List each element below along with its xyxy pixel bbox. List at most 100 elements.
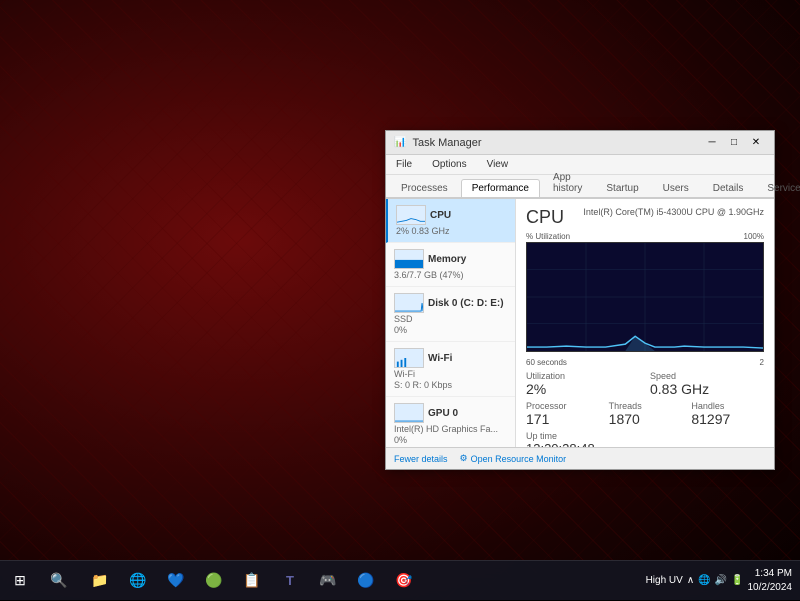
sidebar-item-wifi[interactable]: Wi-Fi Wi-Fi S: 0 R: 0 Kbps [386,342,515,397]
notepad-icon: 📋 [243,572,260,589]
titlebar: 📊 Task Manager ─ □ ✕ [386,131,774,155]
time-right: 2 [760,358,764,367]
sidebar-item-cpu[interactable]: CPU 2% 0.83 GHz [386,199,515,243]
window-controls: ─ □ ✕ [702,135,766,151]
threads-stat-value: 1870 [609,411,682,427]
tab-users[interactable]: Users [652,179,700,197]
utilization-range: 100% [744,232,764,241]
wifi-label: Wi-Fi [428,353,452,364]
file-explorer-icon: 📁 [91,572,108,589]
cpu-processor-name: Intel(R) Core(TM) i5-4300U CPU @ 1.90GHz [583,207,764,219]
content-header: CPU Intel(R) Core(TM) i5-4300U CPU @ 1.9… [526,207,764,228]
pth-stats-row: Processor 171 Threads 1870 Handles 81297 [526,401,764,427]
taskbar-vscode[interactable]: 💙 [158,562,194,600]
teams-icon: T [286,573,294,588]
memory-label: Memory [428,254,466,265]
taskbar-edge[interactable]: 🌐 [120,562,156,600]
speaker-icon: 🔊 [715,575,727,586]
sidebar-item-memory[interactable]: Memory 3.6/7.7 GB (47%) [386,243,515,287]
windows-icon: ⊞ [14,572,26,589]
wifi-header: Wi-Fi [394,348,507,368]
network-icon: 🌐 [698,575,710,586]
processor-block: Processor 171 [526,401,599,427]
gpu-label: GPU 0 [428,408,458,419]
cpu-detail: 2% 0.83 GHz [396,226,507,236]
search-button[interactable]: 🔍 [40,561,78,601]
graph-top-labels: % Utilization 100% [526,232,764,241]
memory-header: Memory [394,249,507,269]
taskbar-app-t[interactable]: T [272,562,308,600]
taskbar-app-green[interactable]: 🟢 [196,562,232,600]
gpu-mini-graph [394,403,424,423]
clock-date: 10/2/2024 [748,581,793,595]
taskbar-file-explorer[interactable]: 📁 [82,562,118,600]
taskbar-notepad[interactable]: 📋 [234,562,270,600]
resource-monitor-icon: ⚙ [460,453,468,464]
system-tray: High UV ∧ 🌐 🔊 🔋 1:34 PM 10/2/2024 [646,567,800,595]
tab-app-history[interactable]: App history [542,168,593,197]
clock-time: 1:34 PM [748,567,793,581]
search-icon: 🔍 [50,572,67,589]
utilization-label: % Utilization [526,232,570,241]
fewer-details-link[interactable]: Fewer details [394,454,448,464]
tm-body: CPU 2% 0.83 GHz Memory 3.6/7.7 GB (47%) [386,199,774,447]
taskbar: ⊞ 🔍 📁 🌐 💙 🟢 📋 T 🎮 🔵 🎯 [0,560,800,600]
maximize-button[interactable]: □ [724,135,744,151]
tray-clock[interactable]: 1:34 PM 10/2/2024 [748,567,793,595]
handles-block: Handles 81297 [691,401,764,427]
utilization-block: Utilization 2% [526,371,640,397]
wifi-type: Wi-Fi [394,369,507,379]
taskbar-app-target[interactable]: 🎯 [386,562,422,600]
cpu-stats-row: Utilization 2% Speed 0.83 GHz [526,371,764,397]
cpu-utilization-graph [526,242,764,352]
task-manager-window: 📊 Task Manager ─ □ ✕ File Options View P… [385,130,775,470]
disk-mini-graph [394,293,424,313]
menu-options[interactable]: Options [428,157,470,172]
tray-text: High UV [646,575,683,586]
cpu-title: CPU [526,207,564,228]
disk-pct: 0% [394,325,507,335]
target-app-icon: 🎯 [395,572,412,589]
start-button[interactable]: ⊞ [0,561,40,601]
uptime-label: Up time [526,431,764,441]
speed-stat-value: 0.83 GHz [650,381,764,397]
util-stat-label: Utilization [526,371,640,381]
performance-sidebar: CPU 2% 0.83 GHz Memory 3.6/7.7 GB (47%) [386,199,516,447]
tab-details[interactable]: Details [702,179,755,197]
threads-stat-label: Threads [609,401,682,411]
menu-view[interactable]: View [483,157,513,172]
tab-processes[interactable]: Processes [390,179,459,197]
disk-type: SSD [394,314,507,324]
uptime-block: Up time 13:20:28:48 [526,431,764,447]
memory-detail: 3.6/7.7 GB (47%) [394,270,507,280]
vscode-icon: 💙 [167,572,184,589]
tray-chevron[interactable]: ∧ [687,575,694,586]
threads-block: Threads 1870 [609,401,682,427]
time-label: 60 seconds [526,358,567,367]
green-app-icon: 🟢 [205,572,222,589]
tm-footer: Fewer details ⚙ Open Resource Monitor [386,447,774,469]
processor-stat-label: Processor [526,401,599,411]
tab-bar: Processes Performance App history Startu… [386,175,774,199]
taskmanager-icon: 📊 [394,137,406,148]
sidebar-item-disk[interactable]: Disk 0 (C: D: E:) SSD 0% [386,287,515,342]
memory-mini-graph [394,249,424,269]
sidebar-item-gpu[interactable]: GPU 0 Intel(R) HD Graphics Fa... 0% [386,397,515,447]
handles-stat-label: Handles [691,401,764,411]
close-button[interactable]: ✕ [746,135,766,151]
gpu-header: GPU 0 [394,403,507,423]
speed-block: Speed 0.83 GHz [650,371,764,397]
minimize-button[interactable]: ─ [702,135,722,151]
taskbar-app-blue[interactable]: 🔵 [348,562,384,600]
open-resource-monitor-link[interactable]: ⚙ Open Resource Monitor [460,453,567,464]
tab-performance[interactable]: Performance [461,179,540,197]
cpu-label: CPU [430,210,451,221]
tab-services[interactable]: Services [756,179,800,197]
menu-file[interactable]: File [392,157,416,172]
game-icon: 🎮 [319,572,336,589]
gpu-name: Intel(R) HD Graphics Fa... [394,424,507,434]
processor-stat-value: 171 [526,411,599,427]
tab-startup[interactable]: Startup [595,179,649,197]
cpu-content-area: CPU Intel(R) Core(TM) i5-4300U CPU @ 1.9… [516,199,774,447]
taskbar-app-game[interactable]: 🎮 [310,562,346,600]
